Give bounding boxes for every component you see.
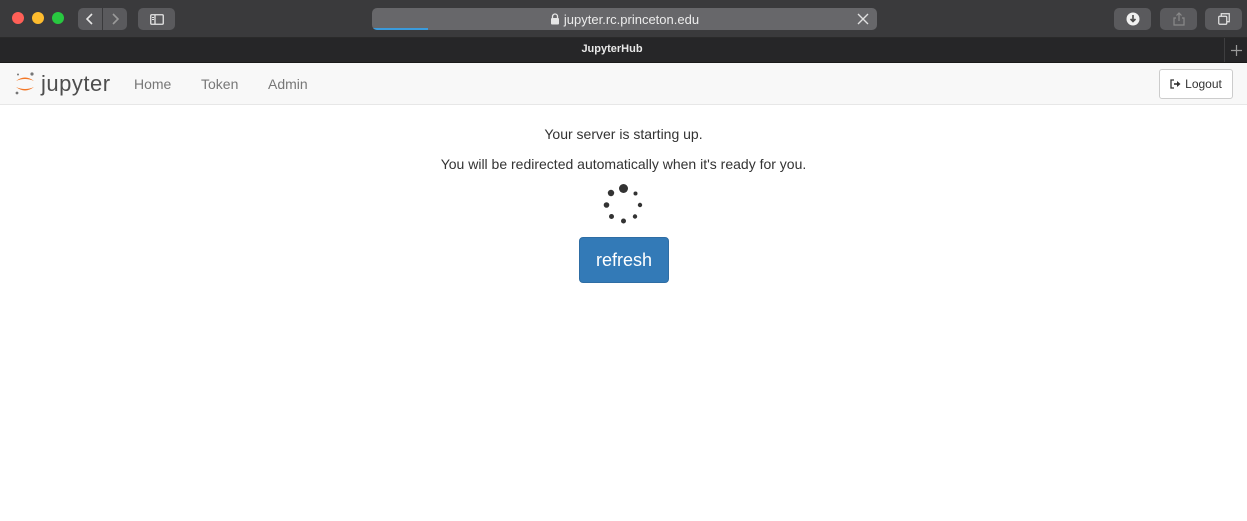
forward-button[interactable] — [103, 8, 127, 30]
address-bar[interactable]: jupyter.rc.princeton.edu — [372, 8, 877, 30]
new-tab-icon — [1230, 44, 1242, 56]
jupyter-logo[interactable]: jupyter — [14, 70, 111, 98]
jupyterhub-header: jupyter Home Token Admin Logout — [0, 63, 1247, 105]
back-button[interactable] — [78, 8, 102, 30]
browser-toolbar: jupyter.rc.princeton.edu — [0, 0, 1247, 38]
share-button[interactable] — [1160, 8, 1197, 30]
maximize-window-button[interactable] — [52, 12, 64, 24]
minimize-window-button[interactable] — [32, 12, 44, 24]
lock-icon — [550, 13, 559, 25]
tabs-icon — [1217, 13, 1230, 25]
logout-button[interactable]: Logout — [1159, 69, 1233, 99]
spinner-icon — [603, 184, 643, 224]
download-icon — [1126, 12, 1139, 26]
nav-admin[interactable]: Admin — [268, 76, 308, 92]
logout-label: Logout — [1185, 77, 1222, 91]
page-load-progress — [372, 28, 428, 30]
close-window-button[interactable] — [12, 12, 24, 24]
logout-icon — [1170, 79, 1181, 89]
downloads-button[interactable] — [1114, 8, 1151, 30]
logo-wordmark: jupyter — [41, 71, 111, 96]
url-text: jupyter.rc.princeton.edu — [563, 11, 700, 27]
tab-title[interactable]: JupyterHub — [0, 43, 1224, 55]
redirect-message: You will be redirected automatically whe… — [440, 156, 807, 172]
new-tab-button[interactable] — [1224, 38, 1247, 62]
sidebar-icon — [149, 13, 164, 25]
tab-overview-button[interactable] — [1205, 8, 1242, 30]
back-icon — [86, 13, 93, 25]
sidebar-toggle-button[interactable] — [138, 8, 175, 30]
starting-message: Your server is starting up. — [544, 126, 703, 142]
jupyter-logo-icon — [15, 72, 34, 95]
close-icon[interactable] — [855, 11, 871, 27]
share-icon — [1172, 12, 1185, 26]
nav-token[interactable]: Token — [201, 76, 238, 92]
nav-home[interactable]: Home — [134, 76, 171, 92]
forward-icon — [112, 13, 119, 25]
refresh-button[interactable]: refresh — [579, 237, 669, 283]
tab-bar: JupyterHub — [0, 38, 1247, 63]
